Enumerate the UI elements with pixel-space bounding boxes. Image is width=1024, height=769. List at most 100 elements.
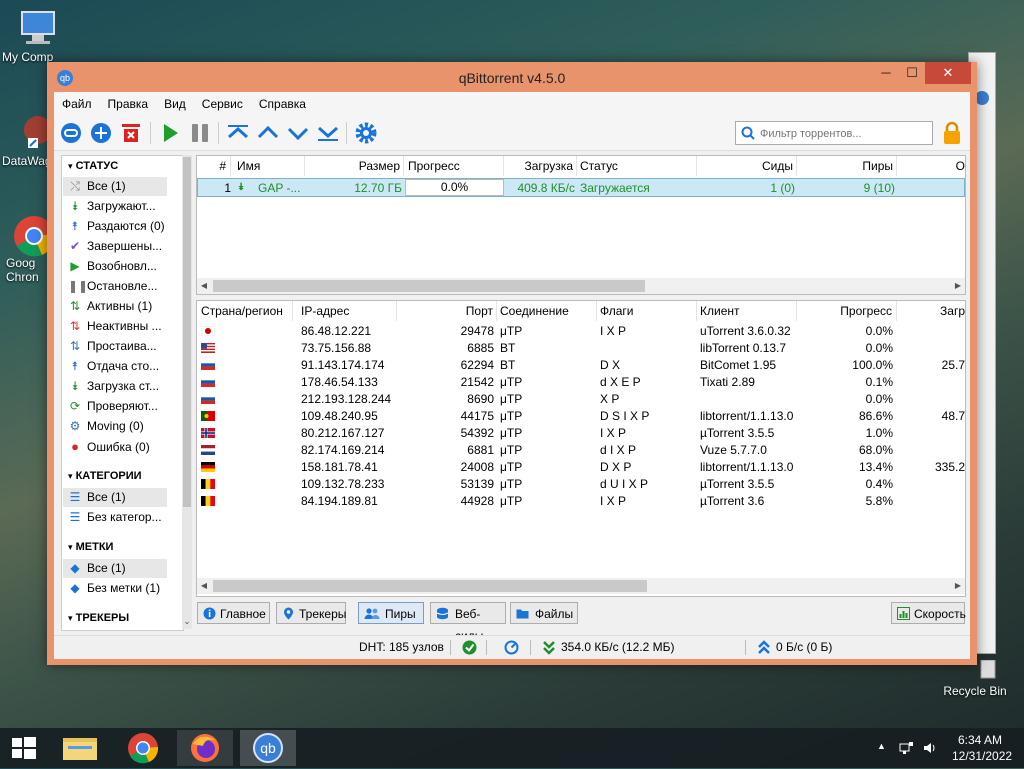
upload-speed-text[interactable]: 0 Б/с (0 Б) <box>776 640 832 654</box>
peers-list-hscrollbar[interactable]: ◀ ▶ <box>197 578 965 594</box>
tags-section-header[interactable]: ▾ МЕТКИ <box>68 541 113 553</box>
menu-file[interactable]: Файл <box>54 92 100 116</box>
column-header-port[interactable]: Порт <box>397 301 497 321</box>
tab-files[interactable]: Файлы <box>510 602 578 624</box>
move-top-button[interactable] <box>226 121 250 145</box>
column-header-download-speed[interactable]: Загрузка <box>504 156 577 176</box>
column-header-progress[interactable]: Прогресс <box>404 156 504 176</box>
add-link-button[interactable] <box>59 121 83 145</box>
menu-help[interactable]: Справка <box>251 92 314 116</box>
tab-webseeds[interactable]: Веб-сиды <box>430 602 506 643</box>
status-filter-error[interactable]: ● Ошибка (0) <box>63 437 167 456</box>
lock-ui-button[interactable] <box>941 121 963 145</box>
column-header-country[interactable]: Страна/регион <box>197 301 293 321</box>
taskbar-firefox[interactable] <box>177 730 233 766</box>
status-filter-stalled-download[interactable]: ⯯ Загрузка ст... <box>63 377 167 396</box>
pause-button[interactable] <box>188 121 212 145</box>
tab-general[interactable]: Главное <box>197 602 270 624</box>
network-icon[interactable] <box>898 740 914 756</box>
column-header-more[interactable]: О <box>897 156 965 176</box>
category-item-uncategorized[interactable]: ☰ Без категор... <box>63 508 167 527</box>
peer-row[interactable]: 109.132.78.233 53139 μTP d U I X P µTorrent … <box>197 476 965 493</box>
speed-limit-icon[interactable] <box>504 640 519 655</box>
torrent-filter-input[interactable] <box>758 124 930 144</box>
sidebar-scrollbar[interactable]: ⌄ <box>182 155 192 629</box>
status-filter-seeding[interactable]: ⯭ Раздаются (0) <box>63 217 167 236</box>
tag-item-untagged[interactable]: ◆ Без метки (1) <box>63 579 167 598</box>
column-header-size[interactable]: Размер <box>305 156 404 176</box>
status-filter-downloading[interactable]: ⯯ Загружают... <box>63 197 167 216</box>
status-filter-checking[interactable]: ⟳ Проверяют... <box>63 397 167 416</box>
connection-ok-icon[interactable] <box>462 640 477 655</box>
column-header-peers[interactable]: Пиры <box>797 156 897 176</box>
scrollbar-thumb[interactable] <box>213 280 645 292</box>
tag-item-all[interactable]: ◆ Все (1) <box>63 559 167 578</box>
scrollbar-thumb[interactable] <box>213 580 647 592</box>
clock-time[interactable]: 6:34 AM <box>958 733 1002 747</box>
resume-button[interactable] <box>158 121 182 145</box>
start-button[interactable] <box>0 730 48 766</box>
scroll-left-arrow-icon[interactable]: ◀ <box>197 578 211 594</box>
column-header-progress[interactable]: Прогресс <box>797 301 897 321</box>
status-filter-inactive[interactable]: ⇅ Неактивны ... <box>63 317 167 336</box>
volume-icon[interactable] <box>922 740 938 756</box>
minimize-button[interactable]: ─ <box>873 62 899 84</box>
move-bottom-button[interactable] <box>316 121 340 145</box>
category-item-all[interactable]: ☰ Все (1) <box>63 488 167 507</box>
status-filter-resumed[interactable]: ▶ Возобновл... <box>63 257 167 276</box>
scroll-left-arrow-icon[interactable]: ◀ <box>197 278 211 294</box>
peer-row[interactable]: 109.48.240.95 44175 μTP D S I X P libtorrent… <box>197 408 965 425</box>
tab-peers[interactable]: Пиры <box>358 602 424 624</box>
title-bar[interactable]: qb qBittorrent v4.5.0 ─ ☐ ✕ <box>47 62 977 92</box>
tray-expand-arrow-icon[interactable]: ▲ <box>877 741 886 751</box>
options-button[interactable] <box>354 121 378 145</box>
column-header-download[interactable]: Загр <box>897 301 965 321</box>
menu-edit[interactable]: Правка <box>100 92 157 116</box>
column-header-name[interactable]: Имя <box>231 156 305 176</box>
torrent-row[interactable]: 1 ⯯ GAP -... 12.70 ГБ 0.0% 409.8 КБ/с За… <box>197 178 965 197</box>
taskbar-file-explorer[interactable] <box>52 730 108 766</box>
status-filter-stalled[interactable]: ⇅ Простаива... <box>63 337 167 356</box>
tab-trackers[interactable]: Трекеры <box>276 602 346 624</box>
peer-row[interactable]: 73.75.156.88 6885 BT libTorrent 0.13.7 0.0% <box>197 340 965 357</box>
column-header-flags[interactable]: Флаги <box>597 301 697 321</box>
scrollbar-thumb[interactable] <box>183 157 191 507</box>
peer-row[interactable]: 82.174.169.214 6881 μTP d I X P Vuze 5.7.7.0… <box>197 442 965 459</box>
status-filter-all[interactable]: ⤭ Все (1) <box>63 177 167 196</box>
peer-row[interactable]: 86.48.12.221 29478 μTP I X P uTorrent 3.6.0.… <box>197 323 965 340</box>
status-filter-completed[interactable]: ✔ Завершены... <box>63 237 167 256</box>
status-filter-active[interactable]: ⇅ Активны (1) <box>63 297 167 316</box>
status-filter-paused[interactable]: ❚❚Остановле... <box>63 277 167 296</box>
peer-row[interactable]: 84.194.189.81 44928 μTP I X P µTorrent 3.6 5.… <box>197 493 965 510</box>
desktop-icon-recycle-bin[interactable]: Recycle Bin <box>935 659 1015 698</box>
menu-tools[interactable]: Сервис <box>194 92 251 116</box>
status-section-header[interactable]: ▾ СТАТУС <box>68 160 118 172</box>
move-up-button[interactable] <box>256 121 280 145</box>
tab-speed[interactable]: Скорость <box>891 602 966 624</box>
peer-row[interactable]: 178.46.54.133 21542 μTP d X E P Tixati 2.89 0… <box>197 374 965 391</box>
column-header-seeds[interactable]: Сиды <box>697 156 797 176</box>
download-speed-text[interactable]: 354.0 КБ/с (12.2 МБ) <box>561 640 674 654</box>
peer-row[interactable]: 212.193.128.244 8690 μTP X P 0.0% <box>197 391 965 408</box>
scroll-right-arrow-icon[interactable]: ▶ <box>951 278 965 294</box>
trackers-section-header[interactable]: ▾ ТРЕКЕРЫ <box>68 612 129 624</box>
status-filter-moving[interactable]: ⚙ Moving (0) <box>63 417 167 436</box>
menu-view[interactable]: Вид <box>156 92 194 116</box>
maximize-button[interactable]: ☐ <box>899 62 925 84</box>
peer-row[interactable]: 158.181.78.41 24008 μTP D X P libtorrent/1.1… <box>197 459 965 476</box>
clock-date[interactable]: 12/31/2022 <box>952 749 1012 763</box>
delete-torrent-button[interactable] <box>119 121 143 145</box>
scroll-down-arrow-icon[interactable]: ⌄ <box>182 616 192 627</box>
categories-section-header[interactable]: ▾ КАТЕГОРИИ <box>68 470 142 482</box>
column-header-number[interactable]: # <box>197 156 231 176</box>
status-filter-stalled-upload[interactable]: ⯭ Отдача сто... <box>63 357 167 376</box>
taskbar-chrome[interactable] <box>115 730 171 766</box>
column-header-connection[interactable]: Соединение <box>497 301 597 321</box>
add-torrent-button[interactable] <box>89 121 113 145</box>
peer-row[interactable]: 91.143.174.174 62294 BT D X BitComet 1.95 100… <box>197 357 965 374</box>
move-down-button[interactable] <box>286 121 310 145</box>
scroll-right-arrow-icon[interactable]: ▶ <box>951 578 965 594</box>
close-button[interactable]: ✕ <box>925 62 971 84</box>
torrent-list-hscrollbar[interactable]: ◀ ▶ <box>197 278 965 294</box>
taskbar-qbittorrent[interactable]: qb <box>240 730 296 766</box>
